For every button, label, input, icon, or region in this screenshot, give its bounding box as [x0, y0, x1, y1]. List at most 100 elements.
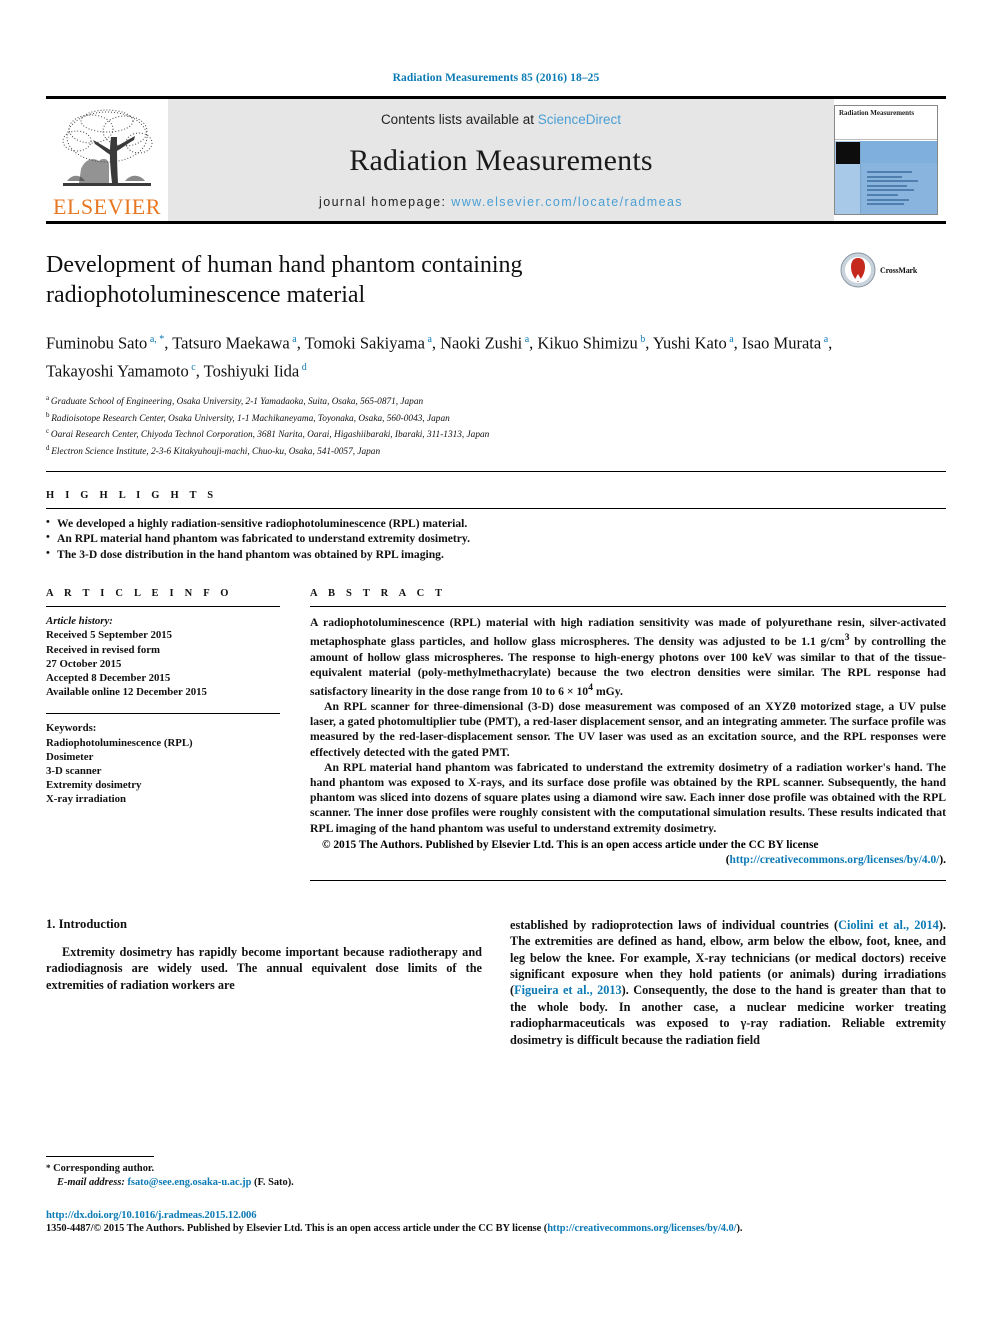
corresponding-author-text: Corresponding author. [53, 1163, 155, 1174]
highlight-item: An RPL material hand phantom was fabrica… [46, 530, 946, 546]
keywords-block: Keywords: Radiophotoluminescence (RPL) Do… [46, 721, 280, 806]
highlight-item: The 3-D dose distribution in the hand ph… [46, 546, 946, 562]
cover-emblem-icon [836, 142, 860, 164]
section-heading-introduction: 1. Introduction [46, 916, 127, 931]
cover-body [835, 141, 937, 214]
keyword-item: 3-D scanner [46, 765, 102, 778]
journal-cover-thumbnail: Radiation Measurements [834, 105, 938, 215]
affiliation-item: d Electron Science Institute, 2-3-6 Kita… [46, 442, 946, 459]
author-affiliation-mark: a [726, 334, 734, 345]
highlights-list: We developed a highly radiation-sensitiv… [46, 515, 946, 562]
cover-subtitle [839, 117, 933, 121]
title-block: Development of human hand phantom contai… [46, 250, 946, 310]
footnote-email-line: E-mail address: fsato@see.eng.osaka-u.ac… [46, 1176, 466, 1190]
email-suffix: (F. Sato). [254, 1176, 294, 1188]
page-footer: http://dx.doi.org/10.1016/j.radmeas.2015… [46, 1210, 946, 1234]
journal-title: Radiation Measurements [349, 144, 653, 177]
paper-page: Radiation Measurements 85 (2016) 18–25 E… [0, 0, 992, 1323]
citation-figueira[interactable]: Figueira et al., 2013 [514, 983, 622, 997]
intro-right-part1: established by radioprotection laws of i… [510, 917, 839, 932]
footnote-corresponding-line: * Corresponding author. [46, 1162, 466, 1176]
doi-link[interactable]: http://dx.doi.org/10.1016/j.radmeas.2015… [46, 1210, 946, 1221]
cover-band [861, 141, 937, 163]
abstract-column: A B S T R A C T A radiophotoluminescence… [310, 588, 946, 881]
author-affiliation-mark: a [289, 334, 297, 345]
highlights-label: H I G H L I G H T S [46, 490, 218, 501]
author-name: Isao Murata [741, 333, 822, 353]
affiliation-item: b Radioisotope Research Center, Osaka Un… [46, 409, 946, 426]
cover-text-lines [867, 171, 931, 208]
contents-prefix: Contents lists available at [380, 112, 538, 127]
abstract-paragraph: An RPL scanner for three-dimensional (3-… [310, 700, 946, 759]
keywords-divider [46, 713, 280, 715]
contents-available-line: Contents lists available at ScienceDirec… [381, 112, 621, 127]
keyword-item: X-ray irradiation [46, 793, 127, 806]
footer-license-link[interactable]: http://creativecommons.org/licenses/by/4… [547, 1223, 736, 1234]
author-affiliation-mark: b [637, 334, 646, 345]
running-head: Radiation Measurements 85 (2016) 18–25 [392, 72, 600, 84]
abstract-body: A radiophotoluminescence (RPL) material … [310, 615, 946, 836]
author-affiliation-mark: a, * [147, 334, 165, 345]
journal-masthead: ELSEVIER Contents lists available at Sci… [46, 96, 946, 224]
page-title: Development of human hand phantom contai… [46, 252, 523, 308]
author-affiliation-mark: a [522, 334, 530, 345]
article-history-lines: Received 5 September 2015 Received in rev… [46, 628, 280, 699]
body-column-right: established by radioprotection laws of i… [510, 917, 946, 1048]
issn-suffix: ). [736, 1223, 743, 1234]
article-history-item: Received 5 September 2015 [46, 629, 173, 642]
elsevier-wordmark: ELSEVIER [53, 194, 161, 219]
copyright-text: © 2015 The Authors. Published by Elsevie… [322, 838, 819, 851]
author-list: Fuminobu Sato a, *, Tatsuro Maekawa a, T… [46, 333, 833, 381]
issn-prefix: 1350-4487/© 2015 The Authors. Published … [46, 1223, 548, 1234]
affiliation-text: Graduate School of Engineering, Osaka Un… [50, 397, 424, 408]
abstract-bottom-divider [310, 879, 946, 881]
intro-paragraph-right: established by radioprotection laws of i… [510, 917, 946, 1048]
highlight-item: We developed a highly radiation-sensitiv… [46, 515, 946, 531]
cover-main-panel [861, 141, 937, 214]
affiliation-list: a Graduate School of Engineering, Osaka … [46, 392, 946, 458]
article-history-item: 27 October 2015 [46, 657, 122, 670]
corresponding-author-footnote: * Corresponding author. E-mail address: … [46, 1156, 466, 1189]
article-history-block: Article history: Received 5 September 20… [46, 614, 280, 699]
elsevier-tree-logo-icon [55, 107, 159, 195]
affiliation-text: Electron Science Institute, 2-3-6 Kitaky… [51, 446, 381, 457]
author-affiliation-mark: d [299, 361, 307, 373]
author-affiliation-mark: a [424, 334, 432, 345]
citation-ciolini[interactable]: Ciolini et al., 2014 [838, 918, 939, 932]
article-info-column: A R T I C L E I N F O Article history: R… [46, 588, 280, 881]
author-name: Toshiyuki Iida [203, 361, 300, 380]
abstract-label: A B S T R A C T [310, 588, 447, 600]
affiliation-text: Oarai Research Center, Chiyoda Technol C… [50, 430, 490, 441]
issn-copyright-line: 1350-4487/© 2015 The Authors. Published … [46, 1223, 946, 1234]
article-info-label: A R T I C L E I N F O [46, 588, 233, 600]
keyword-item: Dosimeter [46, 750, 94, 763]
author-name: Yushi Kato [652, 333, 727, 353]
sciencedirect-link[interactable]: ScienceDirect [538, 112, 621, 127]
article-history-item: Available online 12 December 2015 [46, 686, 207, 699]
highlights-section: H I G H L I G H T S We developed a highl… [46, 490, 946, 562]
author-name: Tatsuro Maekawa [172, 333, 290, 353]
email-link[interactable]: fsato@see.eng.osaka-u.ac.jp [127, 1177, 251, 1188]
crossmark-badge[interactable]: CrossMark [840, 250, 932, 290]
affiliation-text: Radioisotope Research Center, Osaka Univ… [51, 413, 450, 424]
keyword-item: Extremity dosimetry [46, 779, 142, 792]
license-link[interactable]: http://creativecommons.org/licenses/by/4… [729, 854, 939, 866]
elsevier-logo: ELSEVIER [46, 99, 168, 221]
license-close: ). [939, 853, 946, 866]
journal-homepage-link[interactable]: www.elsevier.com/locate/radmeas [451, 195, 683, 209]
abstract-paragraph: An RPL material hand phantom was fabrica… [310, 760, 946, 835]
author-name: Fuminobu Sato [46, 333, 148, 353]
abstract-divider [310, 606, 946, 608]
article-info-divider [46, 606, 280, 608]
highlights-divider [46, 508, 946, 509]
cover-header: Radiation Measurements [835, 106, 937, 140]
email-label: E-mail address: [57, 1176, 125, 1188]
crossmark-label: CrossMark [880, 265, 918, 275]
author-name: Naoki Zushi [440, 333, 523, 353]
affiliation-item: c Oarai Research Center, Chiyoda Technol… [46, 425, 946, 442]
abstract-paragraph: A radiophotoluminescence (RPL) material … [310, 616, 946, 698]
crossmark-icon [840, 252, 876, 288]
asterisk-icon: * [46, 1163, 51, 1173]
affiliation-item: a Graduate School of Engineering, Osaka … [46, 392, 946, 409]
journal-homepage-line: journal homepage: www.elsevier.com/locat… [319, 195, 683, 209]
